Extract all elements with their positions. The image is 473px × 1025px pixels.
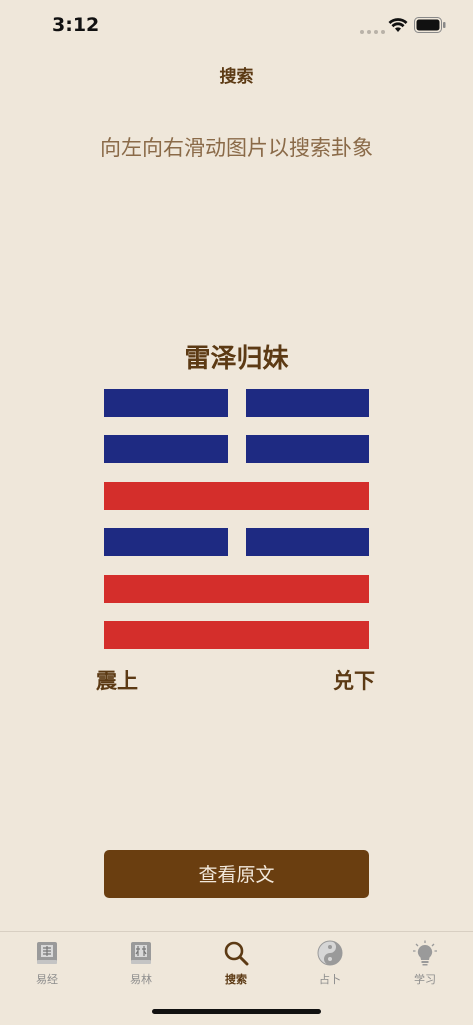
hexagram-image[interactable] xyxy=(104,389,369,649)
yin-line xyxy=(104,528,369,556)
book-jing-icon xyxy=(37,942,57,964)
yang-line-segment xyxy=(104,621,369,649)
wifi-icon xyxy=(388,18,408,32)
tab-label: 搜索 xyxy=(225,973,247,986)
battery-icon xyxy=(414,17,446,33)
yin-line-segment xyxy=(104,389,228,417)
home-indicator xyxy=(152,1009,321,1014)
cellular-signal-icon xyxy=(360,30,385,34)
view-original-button[interactable]: 查看原文 xyxy=(104,850,369,898)
yin-line-segment xyxy=(104,435,228,463)
yin-line xyxy=(104,389,369,417)
status-time: 3:12 xyxy=(52,14,100,36)
hexagram-name: 雷泽归妹 xyxy=(184,344,289,374)
tab-label: 学习 xyxy=(414,973,436,986)
yin-yang-icon xyxy=(317,940,343,966)
yin-line xyxy=(104,435,369,463)
yin-line-segment xyxy=(245,435,369,463)
upper-trigram-label: 震上 xyxy=(96,669,138,693)
yin-line-segment xyxy=(245,389,369,417)
yang-line xyxy=(104,575,369,603)
lower-trigram-label: 兑下 xyxy=(333,669,375,693)
tab-study[interactable]: 学习 xyxy=(378,932,472,992)
swipe-instruction: 向左向右滑动图片以搜索卦象 xyxy=(100,136,373,160)
tab-divination[interactable]: 占卜 xyxy=(283,932,377,992)
yang-line-segment xyxy=(104,575,369,603)
yin-line-segment xyxy=(245,528,369,556)
tab-label: 易林 xyxy=(130,973,152,986)
yang-line xyxy=(104,482,369,510)
tab-label: 占卜 xyxy=(319,973,341,986)
page-title: 搜索 xyxy=(219,67,254,87)
search-icon xyxy=(224,941,249,966)
tab-search[interactable]: 搜索 xyxy=(189,932,283,992)
lightbulb-icon xyxy=(413,940,437,966)
book-lin-icon xyxy=(131,942,151,964)
yang-line-segment xyxy=(104,482,369,510)
tab-yilin[interactable]: 易林 xyxy=(94,932,188,992)
tab-yijing[interactable]: 易经 xyxy=(0,932,94,992)
yin-line-segment xyxy=(104,528,228,556)
tab-label: 易经 xyxy=(36,973,58,986)
yang-line xyxy=(104,621,369,649)
status-bar: 3:12 xyxy=(0,0,473,54)
